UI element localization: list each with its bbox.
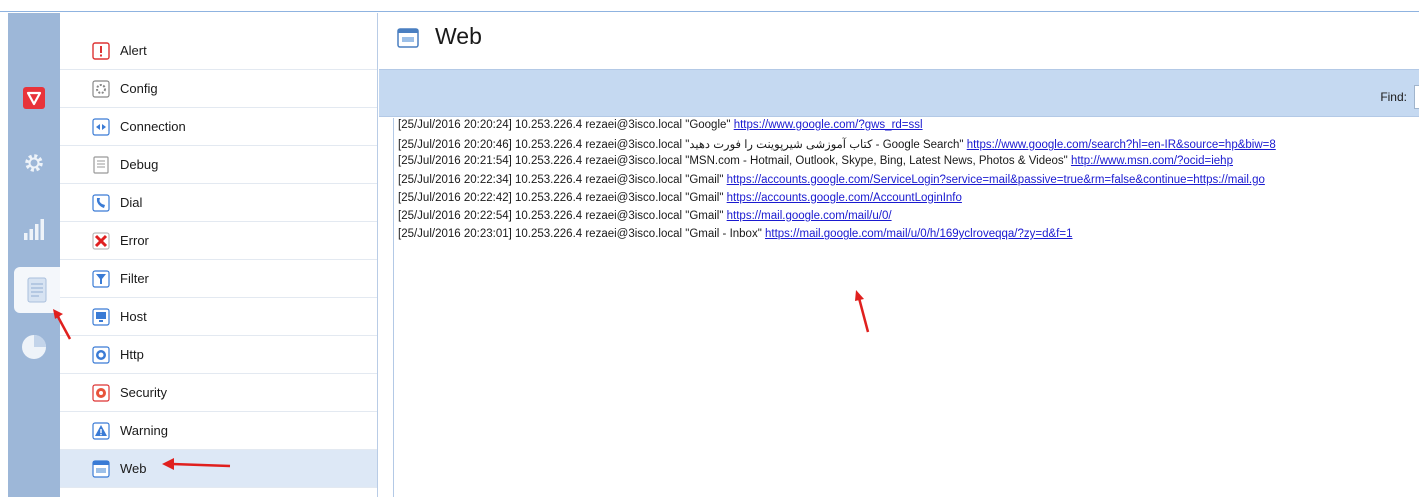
category-label: Warning [120,423,168,438]
log-line: [25/Jul/2016 20:21:54] 10.253.226.4 reza… [398,155,1233,167]
content-area: Web Find: [25/Jul/2016 20:20:24] 10.253.… [379,13,1419,497]
category-label: Security [120,385,167,400]
log-entry-text: [25/Jul/2016 20:22:42] 10.253.226.4 reza… [398,191,727,204]
connection-icon [92,117,110,136]
rail-statistics-button[interactable] [8,206,60,252]
security-icon [92,383,110,402]
category-label: Host [120,309,147,324]
shield-icon [23,87,45,109]
log-entry-url[interactable]: https://www.google.com/search?hl=en-IR&s… [967,139,1276,151]
category-item-debug[interactable]: Debug [60,146,377,184]
category-label: Config [120,81,158,96]
annotation-arrow [53,309,72,340]
toolbar: Find: [379,69,1419,117]
host-icon [92,307,110,326]
signal-bars-icon [24,219,44,240]
log-entry-text: [25/Jul/2016 20:22:34] 10.253.226.4 reza… [398,173,727,186]
log-line: [25/Jul/2016 20:20:46] 10.253.226.4 reza… [398,137,1276,151]
http-icon [92,345,110,364]
alert-icon [92,41,110,60]
log-entry-text: [25/Jul/2016 20:20:24] 10.253.226.4 reza… [398,119,734,131]
category-item-security[interactable]: Security [60,374,377,412]
rail-settings-button[interactable] [8,140,60,186]
category-label: Connection [120,119,186,134]
log-line: [25/Jul/2016 20:23:01] 10.253.226.4 reza… [398,228,1072,240]
log-line: [25/Jul/2016 20:20:24] 10.253.226.4 reza… [398,119,923,131]
log-entry-url[interactable]: https://www.google.com/?gws_rd=ssl [734,119,923,131]
log-entry-url[interactable]: https://accounts.google.com/ServiceLogin… [727,174,1265,186]
page-title: Web [435,23,482,49]
log-entry-url[interactable]: http://www.msn.com/?ocid=iehp [1071,155,1233,167]
log-entry-text: [25/Jul/2016 20:20:46] 10.253.226.4 reza… [398,139,967,152]
annotation-arrow [162,458,231,470]
category-item-http[interactable]: Http [60,336,377,374]
left-rail [8,13,60,497]
log-line: [25/Jul/2016 20:22:54] 10.253.226.4 reza… [398,210,892,222]
gear-icon [25,154,43,172]
category-item-host[interactable]: Host [60,298,377,336]
pie-chart-icon [22,335,46,359]
config-icon [92,79,110,98]
category-label: Alert [120,43,147,58]
category-item-connection[interactable]: Connection [60,108,377,146]
category-item-alert[interactable]: Alert [60,32,377,70]
category-label: Web [120,461,147,476]
category-label: Filter [120,271,149,286]
category-item-dial[interactable]: Dial [60,184,377,222]
category-label: Dial [120,195,143,210]
web-icon [92,459,110,478]
category-list: Alert Config Connection Debug Dial Error Filte… [60,13,378,497]
log-entry-url[interactable]: https://mail.google.com/mail/u/0/h/169yc… [765,228,1072,240]
category-label: Error [120,233,149,248]
window-top-border [0,0,1419,12]
category-item-config[interactable]: Config [60,70,377,108]
log-entry-text: [25/Jul/2016 20:21:54] 10.253.226.4 reza… [398,155,1071,168]
web-icon [397,28,419,48]
filter-icon [92,269,110,288]
log-entry-url[interactable]: https://mail.google.com/mail/u/0/ [727,210,892,222]
log-entry-text: [25/Jul/2016 20:23:01] 10.253.226.4 reza… [398,228,765,241]
category-label: Http [120,347,144,362]
log-entry-text: [25/Jul/2016 20:22:54] 10.253.226.4 reza… [398,210,727,222]
category-item-filter[interactable]: Filter [60,260,377,298]
log-entry-url[interactable]: https://accounts.google.com/AccountLogin… [727,192,962,204]
category-item-warning[interactable]: Warning [60,412,377,450]
find-label: Find: [1380,90,1407,104]
annotation-arrow [855,290,870,333]
error-icon [92,231,110,250]
log-document-icon [27,277,47,303]
category-item-error[interactable]: Error [60,222,377,260]
debug-icon [92,155,110,174]
dial-icon [92,193,110,212]
find-input[interactable] [1414,85,1419,109]
warning-icon [92,421,110,440]
category-label: Debug [120,157,159,172]
rail-shield-button[interactable] [8,75,60,121]
log-line: [25/Jul/2016 20:22:34] 10.253.226.4 reza… [398,174,1265,186]
log-line: [25/Jul/2016 20:22:42] 10.253.226.4 reza… [398,192,962,204]
log-view[interactable]: [25/Jul/2016 20:20:24] 10.253.226.4 reza… [393,118,1419,497]
content-header: Web [379,13,1419,69]
